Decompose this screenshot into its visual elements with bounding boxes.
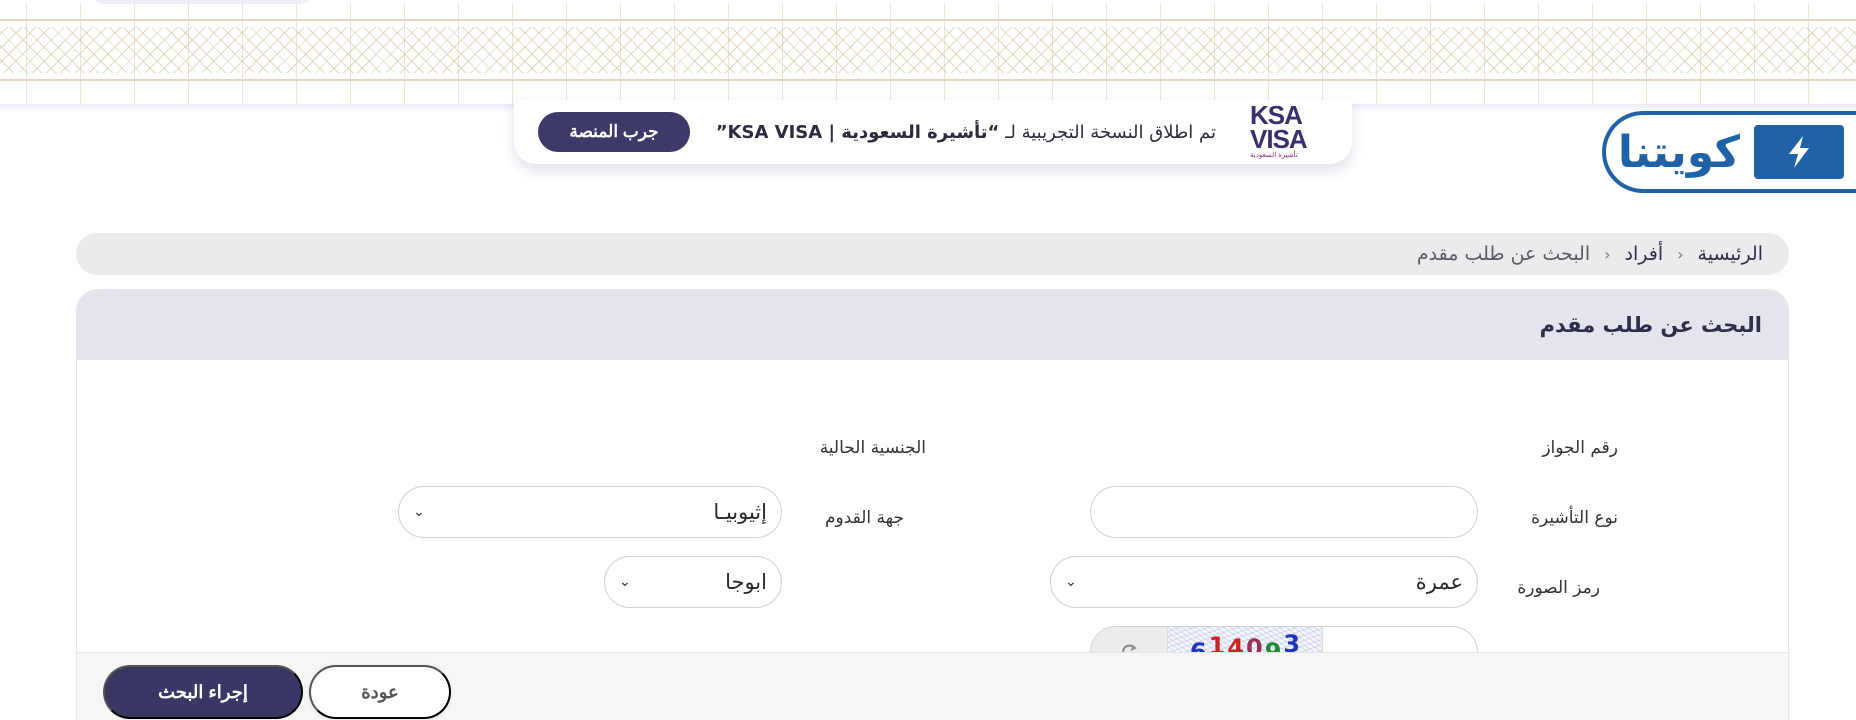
- lightning-icon: [1754, 125, 1844, 179]
- try-platform-button[interactable]: جرب المنصة: [538, 112, 690, 152]
- search-button[interactable]: إجراء البحث: [103, 665, 303, 719]
- passport-label: رقم الجواز: [1542, 438, 1618, 458]
- breadcrumb-individuals[interactable]: أفراد: [1625, 243, 1664, 265]
- arrival-value: ابوجا: [725, 570, 767, 594]
- card-title: البحث عن طلب مقدم: [77, 290, 1788, 360]
- promo-text: تم اطلاق النسخة التجريبية لـ “تأشيرة الس…: [716, 122, 1216, 143]
- chevron-down-icon: ⌄: [619, 574, 631, 590]
- ksa-logo-line2: VISA: [1250, 123, 1308, 154]
- promo-banner: KSA VISA تأشيرة السعودية تم اطلاق النسخة…: [514, 100, 1352, 164]
- ksa-visa-logo: KSA VISA تأشيرة السعودية: [1250, 102, 1316, 160]
- breadcrumb-separator-icon: ‹: [1604, 244, 1611, 264]
- promo-text-prefix: تم اطلاق النسخة التجريبية لـ: [999, 121, 1216, 143]
- visa-type-select[interactable]: عمرة ⌄: [1050, 556, 1478, 608]
- card-footer: إجراء البحث عودة: [77, 652, 1788, 720]
- back-button[interactable]: عودة: [309, 665, 451, 719]
- visa-type-value: عمرة: [1415, 570, 1463, 594]
- nationality-select[interactable]: إثيوبيـا ⌄: [398, 486, 782, 538]
- search-form: رقم الجواز الجنسية الحالية إثيوبيـا ⌄ نو…: [77, 360, 1788, 678]
- chevron-down-icon: ⌄: [1065, 574, 1077, 590]
- brand-logo[interactable]: كويتنا: [1602, 111, 1856, 193]
- promo-text-bold: “تأشيرة السعودية | KSA VISA”: [715, 121, 1000, 143]
- breadcrumb-home[interactable]: الرئيسية: [1698, 243, 1763, 265]
- breadcrumb-current: البحث عن طلب مقدم: [1416, 243, 1591, 265]
- breadcrumb: الرئيسية ‹ أفراد ‹ البحث عن طلب مقدم: [76, 233, 1789, 275]
- arrival-label: جهة القدوم: [824, 508, 904, 528]
- pattern-band: [0, 27, 1856, 73]
- nationality-label: الجنسية الحالية: [819, 438, 926, 458]
- breadcrumb-separator-icon: ‹: [1677, 244, 1684, 264]
- chevron-down-icon: ⌄: [413, 504, 425, 520]
- ksa-logo-sub: تأشيرة السعودية: [1250, 152, 1298, 160]
- arrival-select[interactable]: ابوجا ⌄: [604, 556, 782, 608]
- nationality-value: إثيوبيـا: [713, 500, 767, 524]
- brand-name: كويتنا: [1617, 126, 1741, 178]
- captcha-label: رمز الصورة: [1517, 578, 1600, 598]
- header-pattern: [0, 0, 1856, 106]
- passport-field[interactable]: [1090, 486, 1478, 538]
- visa-type-label: نوع التأشيرة: [1531, 508, 1618, 528]
- search-card: البحث عن طلب مقدم رقم الجواز الجنسية الح…: [76, 289, 1789, 720]
- top-tab: [92, 0, 312, 4]
